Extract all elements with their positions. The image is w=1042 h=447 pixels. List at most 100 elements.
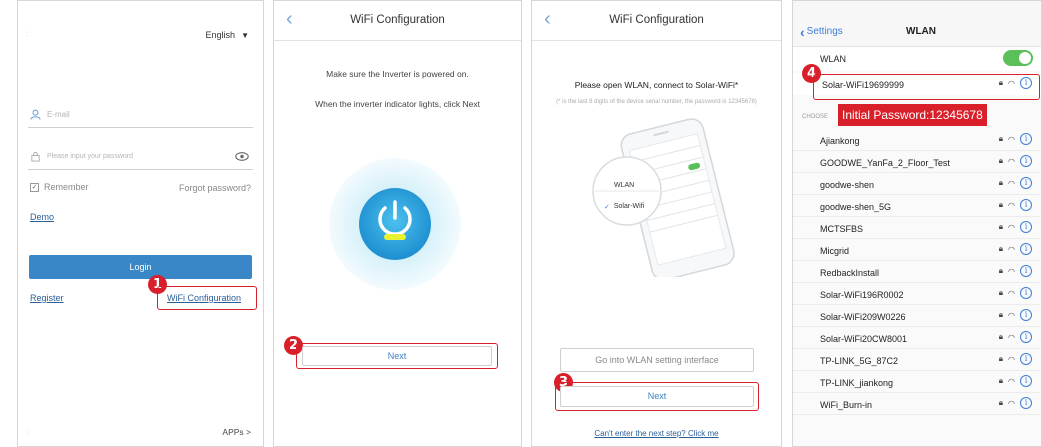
- next-button[interactable]: Next: [302, 346, 492, 366]
- info-icon[interactable]: i: [1020, 199, 1032, 211]
- info-icon[interactable]: i: [1020, 155, 1032, 167]
- lock-icon: 🔒︎: [998, 266, 1004, 275]
- login-button[interactable]: Login: [29, 255, 252, 279]
- demo-link[interactable]: Demo: [30, 212, 54, 222]
- phone-solar-label: Solar-Wifi: [613, 203, 645, 210]
- back-label: Settings: [806, 26, 843, 37]
- lock-icon: 🔒︎: [998, 398, 1004, 407]
- wifi-signal-icon: ◠: [1008, 354, 1015, 364]
- lock-icon: 🔒︎: [998, 288, 1004, 297]
- list-item[interactable]: TP-LINK_5G_87C2 🔒︎ ◠ i: [793, 350, 1041, 371]
- info-icon[interactable]: i: [1020, 133, 1032, 145]
- wlan-toggle[interactable]: [1003, 50, 1033, 66]
- password-input[interactable]: Please input your password: [30, 151, 133, 162]
- password-underline: [28, 169, 253, 170]
- list-item[interactable]: goodwe-shen_5G 🔒︎ ◠ i: [793, 196, 1041, 217]
- eye-icon[interactable]: [235, 152, 249, 161]
- help-link[interactable]: Can't enter the next step? Click me: [532, 429, 781, 438]
- lock-icon: [31, 151, 40, 162]
- wifi-signal-icon: ◠: [1008, 178, 1015, 188]
- info-icon[interactable]: i: [1020, 397, 1032, 409]
- serial-note: (* is the last 8 digits of the device se…: [556, 99, 757, 105]
- list-item[interactable]: Ajiankong 🔒︎ ◠ i: [793, 130, 1041, 151]
- nav-bar: ‹ WiFi Configuration: [532, 1, 781, 41]
- wifi-configuration-screen: ‹ WiFi Configuration Make sure the Inver…: [273, 0, 522, 447]
- instruction-heading: Please open WLAN, connect to Solar-WiFi*: [574, 80, 739, 90]
- wifi-signal-icon: ◠: [1008, 134, 1015, 144]
- wifi-signal-icon: ◠: [1008, 200, 1015, 210]
- connect-wifi-screen: ‹ WiFi Configuration Please open WLAN, c…: [531, 0, 782, 447]
- list-item[interactable]: Solar-WiFi209W0226 🔒︎ ◠ i: [793, 306, 1041, 327]
- remember-label: Remember: [44, 182, 89, 192]
- list-item[interactable]: WiFi_Burn-in 🔒︎ ◠ i: [793, 394, 1041, 415]
- info-icon[interactable]: i: [1020, 265, 1032, 277]
- wifi-signal-icon: ◠: [1008, 266, 1015, 276]
- email-input[interactable]: E-mail: [30, 109, 70, 120]
- wlan-label: WLAN: [820, 54, 847, 64]
- wlan-toggle-row: WLAN: [793, 47, 1041, 71]
- checkbox-icon: ✓: [30, 182, 39, 192]
- info-icon[interactable]: i: [1020, 177, 1032, 189]
- email-underline: [28, 127, 253, 128]
- user-icon: [30, 109, 41, 120]
- lock-icon: 🔒︎: [998, 376, 1004, 385]
- email-placeholder: E-mail: [47, 110, 70, 119]
- apps-link[interactable]: APPs >: [222, 427, 251, 437]
- wifi-signal-icon: ◠: [1008, 222, 1015, 232]
- lock-icon: 🔒︎: [998, 134, 1004, 143]
- wlan-settings-screen: ‹ Settings WLAN WLAN Solar-WiFi19699999 …: [792, 0, 1042, 447]
- language-label: English: [205, 30, 236, 40]
- back-chevron-icon: ‹: [800, 23, 805, 40]
- register-link[interactable]: Register: [30, 293, 64, 303]
- wifi-signal-icon: ◠: [1008, 156, 1015, 166]
- lock-icon: 🔒︎: [998, 332, 1004, 341]
- page-title: WiFi Configuration: [350, 14, 445, 26]
- go-wlan-settings-button[interactable]: Go into WLAN setting interface: [560, 348, 754, 372]
- caret-down-icon: ▼: [241, 30, 249, 40]
- info-icon[interactable]: i: [1020, 309, 1032, 321]
- section-header: CHOOSE: [802, 114, 829, 120]
- instruction-line-1: Make sure the Inverter is powered on.: [326, 69, 469, 79]
- wifi-signal-icon: ◠: [1008, 244, 1015, 254]
- list-item[interactable]: RedbackInstall 🔒︎ ◠ i: [793, 262, 1041, 283]
- nav-bar: ‹ WiFi Configuration: [274, 1, 521, 41]
- wifi-signal-icon: ◠: [1008, 332, 1015, 342]
- lock-icon: 🔒︎: [998, 156, 1004, 165]
- phone-solar-wifi: ✓ Solar-Wifi: [604, 203, 644, 211]
- info-icon[interactable]: i: [1020, 353, 1032, 365]
- checkmark-icon: ✓: [604, 204, 610, 211]
- list-item[interactable]: goodwe-shen 🔒︎ ◠ i: [793, 174, 1041, 195]
- wifi-signal-icon: ◠: [1008, 288, 1015, 298]
- list-item[interactable]: MCTSFBS 🔒︎ ◠ i: [793, 218, 1041, 239]
- wifi-signal-icon: ◠: [1008, 376, 1015, 386]
- lock-icon: 🔒︎: [998, 310, 1004, 319]
- next-button[interactable]: Next: [560, 386, 754, 407]
- info-icon[interactable]: i: [1020, 375, 1032, 387]
- settings-back-button[interactable]: ‹ Settings: [800, 23, 843, 40]
- lock-icon: 🔒︎: [998, 200, 1004, 209]
- instruction-line-2: When the inverter indicator lights, clic…: [315, 99, 480, 109]
- lock-icon: 🔒︎: [998, 354, 1004, 363]
- forgot-password-link[interactable]: Forgot password?: [179, 183, 251, 193]
- remember-checkbox[interactable]: ✓ Remember: [30, 182, 89, 192]
- info-icon[interactable]: i: [1020, 221, 1032, 233]
- lock-icon: 🔒︎: [998, 244, 1004, 253]
- page-title: WiFi Configuration: [609, 14, 704, 26]
- list-item[interactable]: Micgrid 🔒︎ ◠ i: [793, 240, 1041, 261]
- info-icon[interactable]: i: [1020, 243, 1032, 255]
- list-item[interactable]: TP-LINK_jiankong 🔒︎ ◠ i: [793, 372, 1041, 393]
- info-icon[interactable]: i: [1020, 331, 1032, 343]
- lock-icon: 🔒︎: [998, 222, 1004, 231]
- wifi-signal-icon: ◠: [1008, 310, 1015, 320]
- language-selector[interactable]: English ▼: [206, 30, 249, 40]
- info-icon[interactable]: i: [1020, 287, 1032, 299]
- status-mark: :: [26, 29, 29, 38]
- power-icon: [329, 158, 461, 290]
- list-item[interactable]: Solar-WiFi196R0002 🔒︎ ◠ i: [793, 284, 1041, 305]
- list-item[interactable]: GOODWE_YanFa_2_Floor_Test 🔒︎ ◠ i: [793, 152, 1041, 173]
- lock-icon: 🔒︎: [998, 178, 1004, 187]
- phone-wlan-label: WLAN: [614, 182, 635, 189]
- list-item[interactable]: Solar-WiFi20CW8001 🔒︎ ◠ i: [793, 328, 1041, 349]
- wifi-configuration-link[interactable]: WiFi Configuration: [167, 293, 241, 303]
- page-title: WLAN: [906, 26, 936, 37]
